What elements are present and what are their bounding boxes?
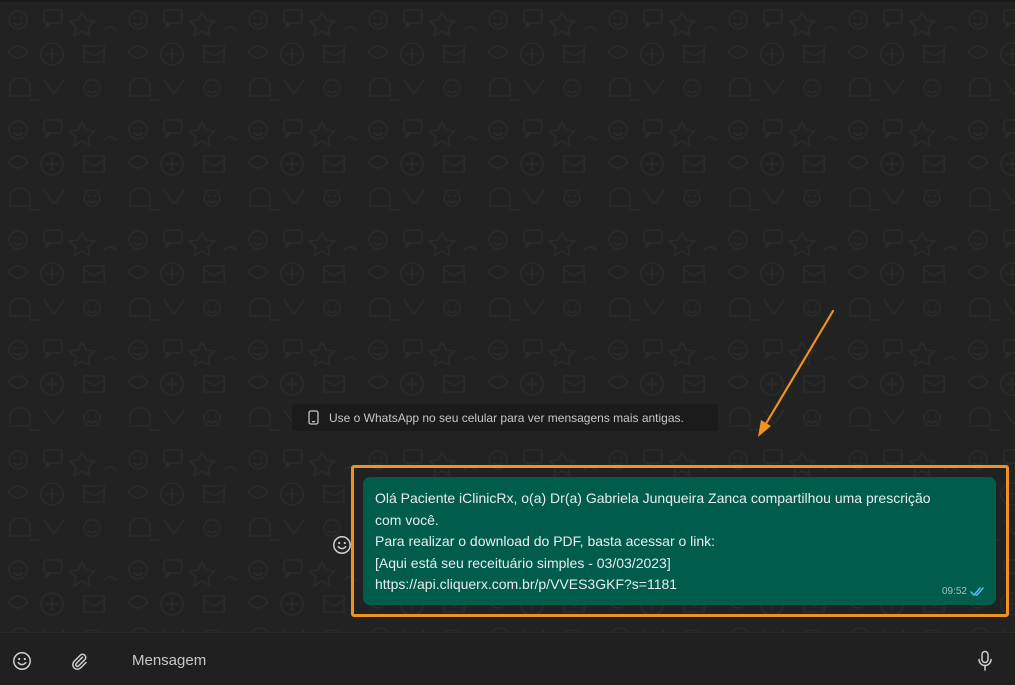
message-line: Para realizar o download do PDF, basta a… [375, 533, 716, 549]
message-meta: 09:52 [942, 586, 986, 597]
message-line: [Aqui está seu receituário simples - 03/… [375, 554, 671, 571]
older-messages-notice: Use o WhatsApp no seu celular para ver m… [292, 404, 718, 431]
window-top-edge [0, 0, 1015, 2]
message-link[interactable]: https://api.cliquerx.com.br/p/VVES3GKF?s… [375, 574, 984, 596]
emoji-icon[interactable] [11, 650, 33, 672]
whatsapp-window: Use o WhatsApp no seu celular para ver m… [0, 0, 1015, 685]
double-check-icon [970, 586, 986, 597]
message-line: Olá Paciente iClinicRx, o(a) Dr(a) Gabri… [375, 490, 931, 506]
message-line: com você. [375, 511, 439, 528]
microphone-icon[interactable] [974, 649, 996, 673]
message-composer [0, 632, 1015, 685]
outgoing-message-bubble[interactable]: Olá Paciente iClinicRx, o(a) Dr(a) Gabri… [363, 477, 996, 605]
phone-icon [306, 410, 320, 426]
chat-area[interactable]: Use o WhatsApp no seu celular para ver m… [0, 0, 1015, 632]
paperclip-icon[interactable] [68, 650, 90, 672]
older-messages-notice-text: Use o WhatsApp no seu celular para ver m… [329, 410, 684, 425]
emoji-react-icon[interactable] [331, 534, 353, 556]
message-input[interactable] [126, 646, 946, 674]
message-time: 09:52 [941, 586, 967, 597]
